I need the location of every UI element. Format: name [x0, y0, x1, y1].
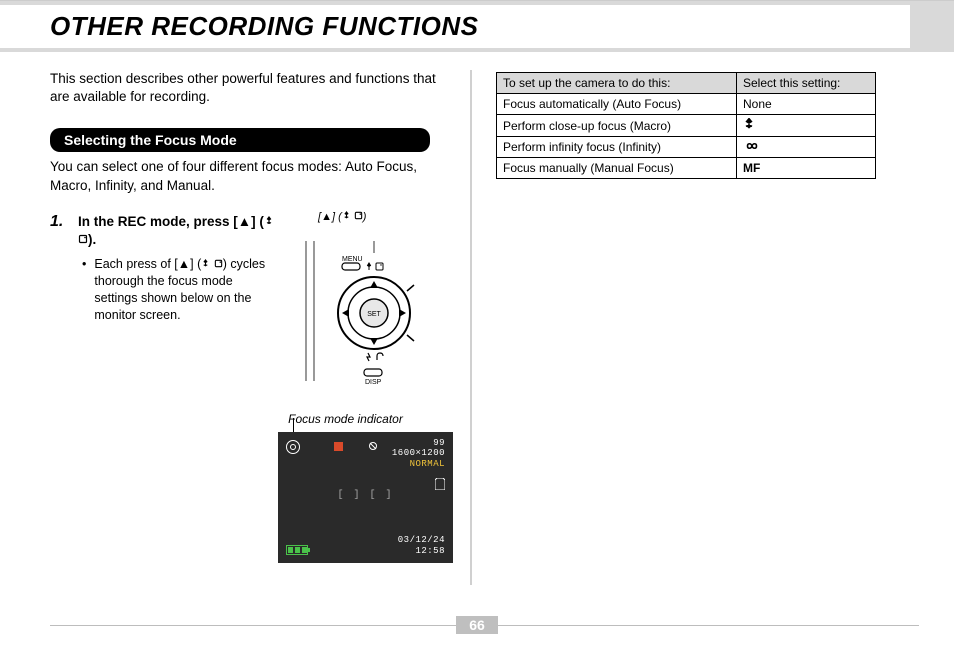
page-footer: 66	[0, 616, 954, 634]
up-icon: ▲	[238, 213, 251, 231]
table-row: Focus automatically (Auto Focus) None	[497, 94, 876, 115]
step-title: In the REC mode, press [▲] ( ).	[78, 213, 278, 250]
step-title-end: ).	[88, 232, 96, 247]
table-cell-setting	[737, 137, 876, 158]
tulip-icon	[743, 118, 755, 130]
table-cell-action: Perform close-up focus (Macro)	[497, 115, 737, 137]
content-area: This section describes other powerful fe…	[0, 52, 954, 585]
focus-indicator-label: Focus mode indicator	[258, 412, 433, 426]
battery-icon	[286, 545, 308, 555]
section-heading: Selecting the Focus Mode	[50, 128, 430, 152]
quality: NORMAL	[392, 459, 445, 469]
table-head-action: To set up the camera to do this:	[497, 73, 737, 94]
rec-icon	[334, 442, 343, 451]
left-column: This section describes other powerful fe…	[50, 70, 470, 585]
table-cell-setting	[737, 115, 876, 137]
table-cell-action: Perform infinity focus (Infinity)	[497, 137, 737, 158]
page-title: OTHER RECORDING FUNCTIONS	[0, 5, 910, 48]
bullet-mid: ] (	[190, 257, 201, 271]
table-head-setting: Select this setting:	[737, 73, 876, 94]
card-icon	[78, 234, 88, 244]
bullet-text: Each press of [▲] ( ) cycles thorough th…	[94, 256, 278, 324]
tulip-icon	[201, 259, 210, 268]
table-cell-action: Focus automatically (Auto Focus)	[497, 94, 737, 115]
infinity-icon	[743, 141, 761, 151]
section-body: You can select one of four different foc…	[50, 158, 448, 194]
flash-icon	[368, 441, 378, 451]
page-header: OTHER RECORDING FUNCTIONS	[0, 0, 954, 52]
table-cell-setting: MF	[737, 158, 876, 179]
step-1: 1. In the REC mode, press [▲] ( ). • Eac…	[50, 213, 448, 563]
resolution: 1600×1200	[392, 448, 445, 458]
lcd-time: 12:58	[398, 546, 445, 557]
focus-brackets: [ ] [ ]	[278, 490, 453, 501]
step-text: In the REC mode, press [▲] ( ). • Each p…	[78, 213, 278, 324]
menu-label: MENU	[342, 256, 363, 263]
table-row: Perform infinity focus (Infinity)	[497, 137, 876, 158]
intro-text: This section describes other powerful fe…	[50, 70, 448, 106]
remaining-shots: 99	[392, 438, 445, 448]
table-cell-setting: None	[737, 94, 876, 115]
column-divider	[470, 70, 472, 585]
step-bullet: • Each press of [▲] ( ) cycles thorough …	[78, 256, 278, 324]
tulip-icon	[264, 216, 274, 226]
lcd-datetime: 03/12/24 12:58	[398, 535, 445, 557]
table-row: Focus manually (Manual Focus) MF	[497, 158, 876, 179]
disp-label: DISP	[365, 379, 382, 386]
table-row: Perform close-up focus (Macro)	[497, 115, 876, 137]
up-icon: ▲	[178, 256, 190, 273]
callout-mid: ] (	[332, 211, 342, 223]
card-icon	[354, 211, 363, 220]
button-callout: [▲] ( )	[318, 211, 366, 223]
step-title-prefix: In the REC mode, press [	[78, 214, 238, 229]
step-title-suffix: ] (	[251, 214, 264, 229]
focus-mode-table: To set up the camera to do this: Select …	[496, 72, 876, 179]
table-cell-action: Focus manually (Manual Focus)	[497, 158, 737, 179]
right-column: To set up the camera to do this: Select …	[496, 70, 906, 585]
lcd-preview: 99 1600×1200 NORMAL [ ] [ ] 03/12/24 12:…	[278, 432, 453, 563]
lcd-date: 03/12/24	[398, 535, 445, 546]
tulip-icon	[342, 211, 351, 220]
page-number: 66	[456, 616, 498, 634]
card-icon	[214, 259, 223, 268]
callout-end: )	[363, 211, 367, 223]
sd-card-icon	[435, 478, 445, 490]
control-diagram-column: [▲] ( ) MENU	[288, 213, 448, 563]
bullet-prefix: Each press of [	[94, 257, 177, 271]
up-icon: ▲	[321, 211, 332, 223]
lcd-top-right: 99 1600×1200 NORMAL	[392, 438, 445, 469]
focus-mode-indicator-icon	[286, 440, 300, 454]
set-label: SET	[367, 311, 381, 318]
camera-control-diagram: MENU SET	[294, 231, 434, 396]
bullet-dot: •	[82, 256, 86, 324]
step-number: 1.	[50, 213, 68, 231]
